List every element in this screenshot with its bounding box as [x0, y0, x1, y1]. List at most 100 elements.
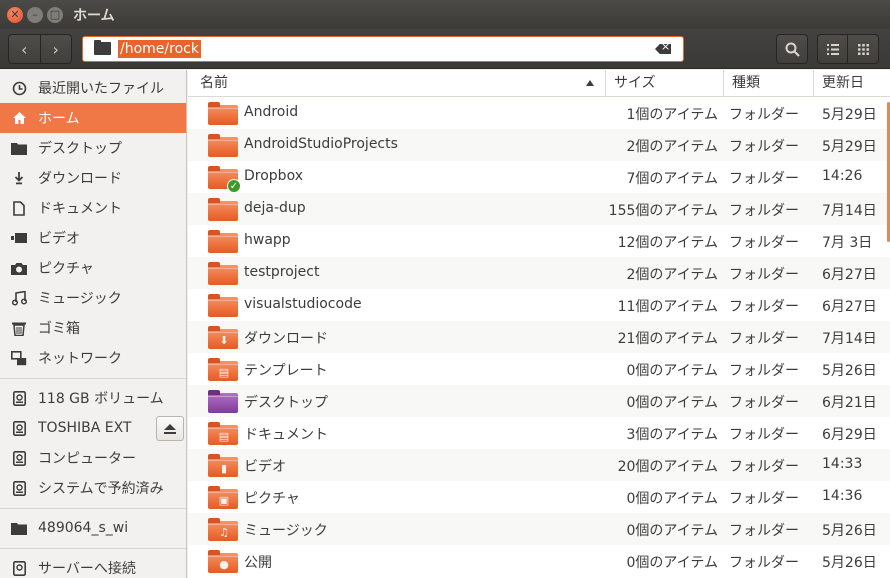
music-emblem-icon: ♫ [219, 526, 229, 539]
drive-icon [10, 480, 28, 496]
sidebar-item-label: 489064_s_wi [38, 520, 129, 536]
close-window-button[interactable]: ✕ [7, 7, 23, 23]
file-size: 1個のアイテム [626, 107, 718, 123]
file-modified: 5月26日 [822, 523, 877, 539]
sidebar-item-bookmark[interactable]: 489064_s_wi [0, 513, 186, 543]
file-row[interactable]: visualstudiocode 11個のアイテム フォルダー 6月27日 [188, 289, 890, 321]
sidebar-item-toshiba-ext[interactable]: TOSHIBA EXT [0, 413, 186, 443]
folder-icon [10, 142, 28, 155]
navigation-buttons: ‹ › [8, 34, 72, 64]
file-size: 0個のアイテム [626, 523, 718, 539]
folder-icon: ● [208, 550, 238, 573]
column-name-label: 名前 [200, 75, 228, 91]
location-text[interactable]: /home/rock [118, 40, 201, 58]
grid-view-button[interactable] [848, 35, 878, 63]
sidebar-item-pictures[interactable]: ピクチャ [0, 253, 186, 283]
location-entry[interactable]: /home/rock [82, 36, 684, 62]
sidebar-item-desktop[interactable]: デスクトップ [0, 133, 186, 163]
folder-icon [208, 390, 238, 413]
sidebar-item-recent[interactable]: 最近開いたファイル [0, 73, 186, 103]
file-row[interactable]: ⬇ ダウンロード 21個のアイテム フォルダー 7月14日 [188, 321, 890, 353]
column-modified-header[interactable]: 更新日 [814, 70, 890, 97]
title-bar: ✕ – □ ホーム [0, 0, 890, 29]
file-modified: 14:33 [822, 456, 863, 472]
sidebar-item-volume-118gb[interactable]: 118 GB ボリューム [0, 383, 186, 413]
file-row[interactable]: Android 1個のアイテム フォルダー 5月29日 [188, 97, 890, 129]
maximize-window-button[interactable]: □ [47, 7, 63, 23]
minimize-window-button[interactable]: – [27, 7, 43, 23]
clear-icon[interactable] [655, 44, 671, 54]
file-type: フォルダー [729, 107, 799, 123]
file-name: ダウンロード [244, 331, 328, 347]
file-row[interactable]: ▤ ドキュメント 3個のアイテム フォルダー 6月29日 [188, 417, 890, 449]
sidebar-item-network[interactable]: ネットワーク [0, 343, 186, 373]
folder-icon: ▤ [208, 358, 238, 381]
file-type: フォルダー [729, 139, 799, 155]
sidebar-item-system-reserved[interactable]: システムで予約済み [0, 473, 186, 503]
file-list: 名前 サイズ 種類 更新日 Android 1個のアイテム フォルダー 5月29日 An… [188, 70, 890, 578]
file-row[interactable]: デスクトップ 0個のアイテム フォルダー 6月21日 [188, 385, 890, 417]
file-modified: 7月14日 [822, 203, 877, 219]
file-row[interactable]: ▣ ピクチャ 0個のアイテム フォルダー 14:36 [188, 481, 890, 513]
window-title: ホーム [73, 8, 115, 24]
folder-icon [10, 522, 28, 535]
column-type-header[interactable]: 種類 [724, 70, 814, 97]
eject-icon [164, 423, 176, 434]
file-size: 0個のアイテム [626, 395, 718, 411]
column-name-header[interactable]: 名前 [188, 70, 606, 97]
folder-icon: ▤ [208, 422, 238, 445]
forward-button[interactable]: › [41, 35, 72, 63]
camera-icon [10, 262, 28, 275]
sidebar-item-trash[interactable]: ゴミ箱 [0, 313, 186, 343]
file-row[interactable]: ♫ ミュージック 0個のアイテム フォルダー 5月26日 [188, 513, 890, 545]
file-modified: 5月29日 [822, 139, 877, 155]
file-size: 11個のアイテム [617, 299, 718, 315]
file-type: フォルダー [729, 235, 799, 251]
file-row[interactable]: ● 公開 0個のアイテム フォルダー 5月26日 [188, 545, 890, 577]
file-row[interactable]: deja-dup 155個のアイテム フォルダー 7月14日 [188, 193, 890, 225]
sidebar-item-downloads[interactable]: ダウンロード [0, 163, 186, 193]
file-type: フォルダー [729, 459, 799, 475]
file-row[interactable]: ✓ Dropbox 7個のアイテム フォルダー 14:26 [188, 161, 890, 193]
picture-emblem-icon: ▣ [218, 494, 230, 507]
back-button[interactable]: ‹ [9, 35, 41, 63]
file-size: 2個のアイテム [626, 267, 718, 283]
file-row[interactable]: ▤ テンプレート 0個のアイテム フォルダー 5月26日 [188, 353, 890, 385]
file-name: visualstudiocode [244, 296, 362, 312]
search-button[interactable] [776, 34, 808, 64]
download-icon [10, 171, 28, 185]
sidebar-item-home[interactable]: ホーム [0, 103, 186, 133]
eject-button[interactable] [156, 416, 184, 441]
file-type: フォルダー [729, 171, 799, 187]
folder-icon [94, 40, 111, 55]
sidebar-item-computer[interactable]: コンピューター [0, 443, 186, 473]
file-row[interactable]: AndroidStudioProjects 2個のアイテム フォルダー 5月29日 [188, 129, 890, 161]
file-type: フォルダー [729, 363, 799, 379]
sidebar-item-documents[interactable]: ドキュメント [0, 193, 186, 223]
column-type-label: 種類 [732, 75, 760, 91]
file-modified: 6月27日 [822, 267, 877, 283]
file-name: deja-dup [244, 200, 306, 216]
file-row[interactable]: ▮ ビデオ 20個のアイテム フォルダー 14:33 [188, 449, 890, 481]
sidebar: 最近開いたファイル ホーム デスクトップ ダウンロード ドキュメント ビデオ ピ… [0, 70, 187, 578]
video-icon [10, 233, 28, 243]
sidebar-item-videos[interactable]: ビデオ [0, 223, 186, 253]
file-row[interactable]: testproject 2個のアイテム フォルダー 6月27日 [188, 257, 890, 289]
file-type: フォルダー [729, 491, 799, 507]
column-modified-label: 更新日 [822, 75, 864, 91]
sidebar-item-label: ゴミ箱 [38, 321, 80, 337]
file-name: ビデオ [244, 459, 286, 475]
file-row[interactable]: hwapp 12個のアイテム フォルダー 7月 3日 [188, 225, 890, 257]
folder-icon [208, 230, 238, 253]
sidebar-item-label: サーバーへ接続 [38, 561, 136, 577]
file-modified: 14:36 [822, 488, 863, 504]
file-modified: 6月27日 [822, 299, 877, 315]
file-name: ピクチャ [244, 491, 300, 507]
list-view-button[interactable] [818, 35, 849, 63]
drive-icon [10, 420, 28, 436]
column-size-header[interactable]: サイズ [606, 70, 724, 97]
sidebar-item-music[interactable]: ミュージック [0, 283, 186, 313]
sidebar-item-label: TOSHIBA EXT [38, 420, 132, 436]
sidebar-item-connect-server[interactable]: サーバーへ接続 [0, 553, 186, 578]
file-type: フォルダー [729, 555, 799, 571]
